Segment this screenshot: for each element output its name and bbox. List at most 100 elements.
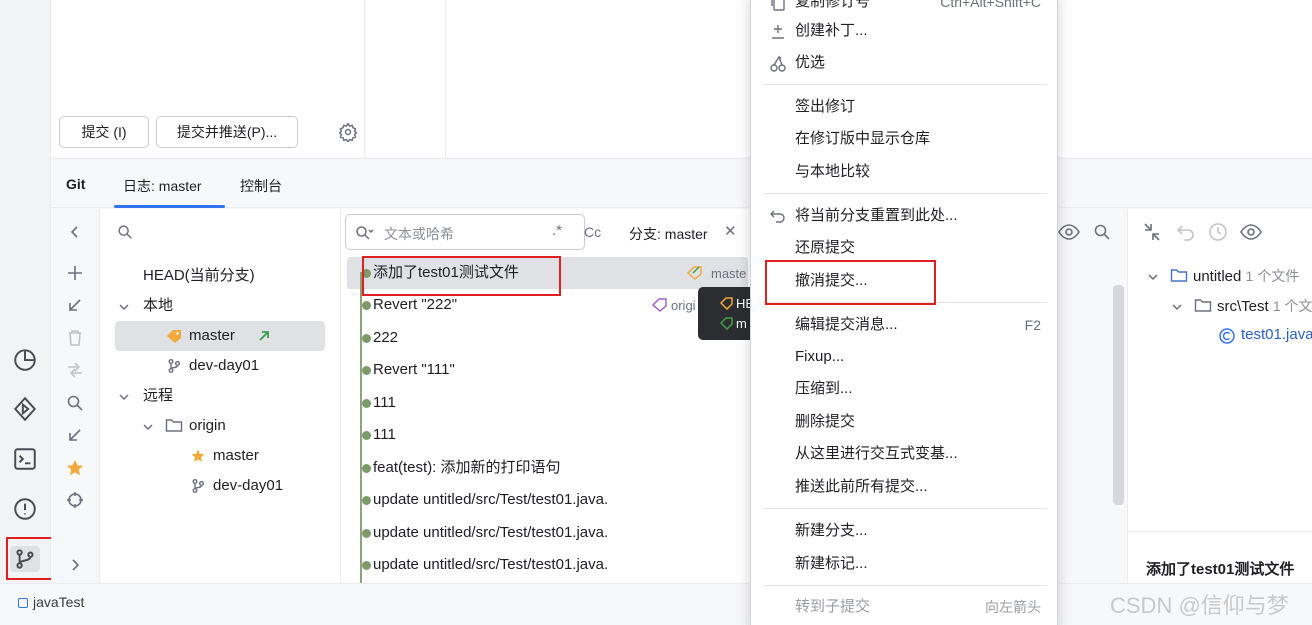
tooltip-master-label: m: [736, 316, 747, 331]
favorite-star-icon: [190, 448, 206, 464]
details-tree-untitled[interactable]: untitled 1 个文件: [1193, 266, 1299, 286]
menu-separator: [763, 585, 1047, 586]
menu-separator: [763, 508, 1047, 509]
commit-row[interactable]: update untitled/src/Test/test01.java.: [347, 549, 747, 581]
menu-item-edit-message[interactable]: 编辑提交消息... F2: [765, 310, 1047, 340]
remote-branch-master[interactable]: master: [213, 441, 259, 471]
branch-icon: [166, 358, 182, 374]
git-toolwindow-header: Git 日志: master 控制台: [51, 158, 1312, 208]
log-search-field[interactable]: 文本或哈希 .* Cc: [345, 214, 601, 250]
menu-item-drop-commit[interactable]: 删除提交: [765, 407, 1047, 437]
branch-search-icon[interactable]: [116, 223, 134, 241]
log-search-placeholder: 文本或哈希: [384, 226, 454, 242]
menu-item-go-to-child[interactable]: 转到子提交 向左箭头: [765, 592, 1047, 622]
local-branches-label[interactable]: 本地: [143, 291, 173, 321]
menu-item-create-patch[interactable]: 创建补丁...: [765, 16, 1047, 46]
menu-separator: [763, 193, 1047, 194]
ref-label-origin: origi: [671, 298, 696, 313]
menu-item-revert-commit[interactable]: 还原提交: [765, 233, 1047, 263]
outgoing-arrow-icon: [257, 329, 271, 343]
case-toggle[interactable]: Cc: [584, 224, 601, 240]
menu-item-show-repo-at-revision[interactable]: 在修订版中显示仓库: [765, 124, 1047, 154]
search-icon[interactable]: [1092, 222, 1112, 242]
details-tree-file[interactable]: test01.java: [1241, 326, 1312, 343]
menu-item-compare-with-local[interactable]: 与本地比较: [765, 157, 1047, 187]
local-branch-dev-day01[interactable]: dev-day01: [189, 351, 259, 381]
chevron-down-icon[interactable]: [142, 420, 154, 432]
commit-row[interactable]: 111: [347, 419, 747, 451]
commit-row[interactable]: 111: [347, 387, 747, 419]
menu-item-cherry-pick[interactable]: 优选: [765, 48, 1047, 78]
regex-toggle[interactable]: .*: [552, 222, 562, 239]
menu-item-copy-revision[interactable]: 复制修订号 Ctrl+Alt+Shift+C: [765, 0, 1047, 17]
problems-icon[interactable]: [12, 496, 38, 522]
patch-icon: [769, 22, 787, 40]
project-breadcrumb[interactable]: javaTest: [33, 594, 84, 610]
chevron-down-icon[interactable]: [1147, 270, 1159, 282]
commit-row[interactable]: Revert "111": [347, 354, 747, 386]
chevron-down-icon[interactable]: [118, 390, 130, 402]
favorite-star-icon[interactable]: [65, 458, 85, 478]
menu-item-push-up-to-here[interactable]: 推送此前所有提交...: [765, 472, 1047, 502]
commit-row[interactable]: update untitled/src/Test/test01.java.: [347, 484, 747, 516]
commit-row[interactable]: 222: [347, 322, 747, 354]
tab-console[interactable]: 控制台: [240, 176, 282, 196]
menu-item-squash[interactable]: 压缩到...: [765, 374, 1047, 404]
history-icon[interactable]: [1208, 222, 1228, 242]
settings-gear-icon[interactable]: [338, 122, 358, 144]
profiler-icon[interactable]: [12, 346, 38, 372]
selected-commit-highlight: [362, 256, 561, 296]
remote-origin-label[interactable]: origin: [189, 411, 226, 441]
head-branch-item[interactable]: HEAD(当前分支): [143, 261, 255, 291]
java-class-icon: [1218, 327, 1236, 345]
eye-icon[interactable]: [1058, 222, 1080, 242]
module-folder-icon: [1170, 267, 1188, 283]
menu-item-checkout-revision[interactable]: 签出修订: [765, 92, 1047, 122]
undo-icon[interactable]: [1176, 222, 1196, 242]
add-icon[interactable]: [65, 263, 85, 283]
remote-branches-label[interactable]: 远程: [143, 381, 173, 411]
commit-details-panel: untitled 1 个文件 src\Test 1 个文 test01.java…: [1127, 209, 1312, 583]
local-branch-master[interactable]: master: [189, 321, 235, 351]
expand-right-icon[interactable]: [65, 555, 85, 575]
log-scrollbar[interactable]: [1113, 285, 1124, 505]
menu-item-reset-branch[interactable]: 将当前分支重置到此处...: [765, 201, 1047, 231]
menu-item-interactive-rebase[interactable]: 从这里进行交互式变基...: [765, 439, 1047, 469]
ref-tag-icon: [686, 265, 707, 281]
details-tree-src-test[interactable]: src\Test 1 个文: [1217, 296, 1312, 316]
commit-push-button[interactable]: 提交并推送(P)...: [156, 116, 298, 148]
commit-panel: 提交 (I) 提交并推送(P)...: [51, 0, 365, 157]
terminal-icon[interactable]: [12, 446, 38, 472]
search-history-icon[interactable]: [354, 224, 374, 242]
eye-icon[interactable]: [1240, 222, 1262, 242]
left-tool-strip: [0, 0, 51, 583]
module-icon: [18, 598, 28, 608]
chevron-down-icon[interactable]: [1171, 300, 1183, 312]
ref-tag-icon: [651, 297, 668, 313]
tab-log-master[interactable]: 日志: master: [123, 176, 202, 196]
update-icon[interactable]: [65, 295, 85, 315]
log-vertical-toolbar: [51, 209, 100, 583]
locate-icon[interactable]: [65, 490, 85, 510]
delete-icon[interactable]: [65, 328, 85, 348]
compare-icon[interactable]: [65, 360, 85, 380]
services-icon[interactable]: [12, 396, 38, 422]
fetch-icon[interactable]: [65, 425, 85, 445]
close-icon[interactable]: ✕: [724, 222, 737, 240]
commit-row[interactable]: update untitled/src/Test/test01.java.: [347, 517, 747, 549]
commit-row[interactable]: feat(test): 添加新的打印语句: [347, 452, 747, 484]
folder-icon: [1194, 297, 1212, 313]
commit-button[interactable]: 提交 (I): [59, 116, 149, 148]
menu-item-fixup[interactable]: Fixup...: [765, 342, 1047, 372]
tab-git[interactable]: Git: [66, 176, 85, 192]
search-icon[interactable]: [65, 393, 85, 413]
collapse-left-icon[interactable]: [65, 222, 85, 242]
collapse-all-icon[interactable]: [1142, 222, 1162, 242]
chevron-down-icon[interactable]: [118, 300, 130, 312]
tag-icon: [719, 316, 734, 331]
menu-item-new-branch[interactable]: 新建分支...: [765, 516, 1047, 546]
menu-item-new-tag[interactable]: 新建标记...: [765, 549, 1047, 579]
active-tab-indicator: [114, 205, 225, 208]
branch-filter[interactable]: 分支: master: [629, 224, 708, 244]
remote-branch-dev-day01[interactable]: dev-day01: [213, 471, 283, 501]
